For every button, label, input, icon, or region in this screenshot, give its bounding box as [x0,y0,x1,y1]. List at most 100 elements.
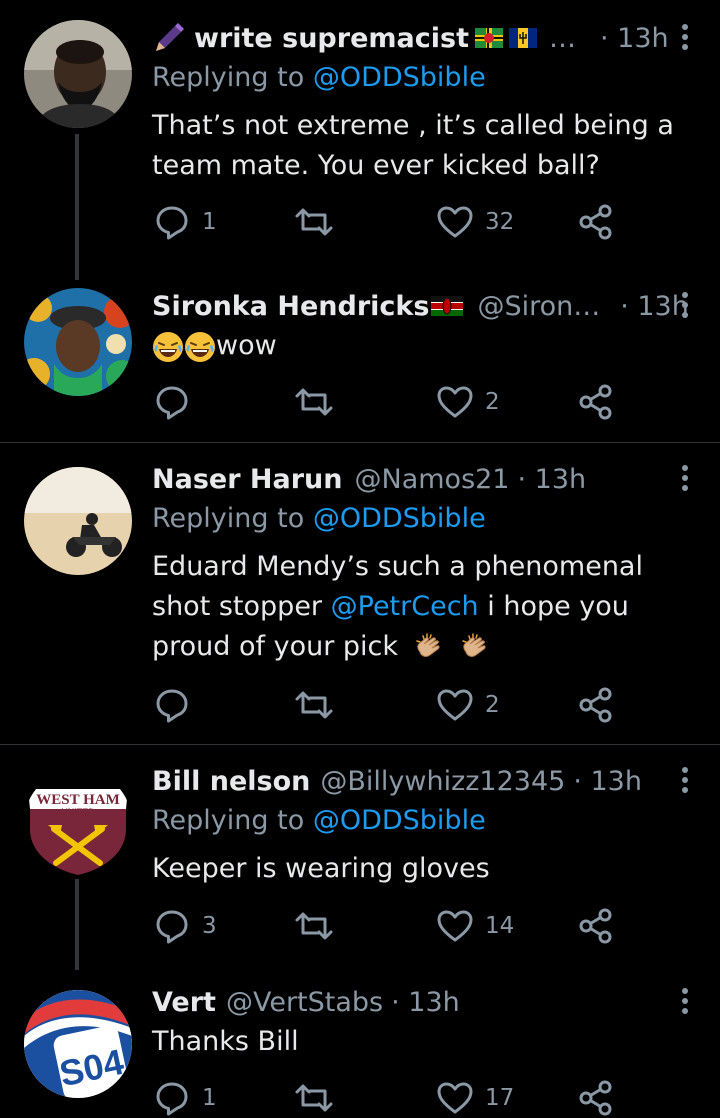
tweet-text: Thanks Bill [152,1026,299,1057]
more-icon[interactable] [680,24,690,54]
retweet-button[interactable] [294,382,344,422]
reply-button[interactable]: 1 [152,1078,217,1118]
share-button[interactable] [576,202,616,242]
clapping-hands-icon [459,632,491,664]
handle[interactable]: @Siron… [477,291,600,322]
display-name[interactable]: write supremacist [194,23,469,54]
timestamp[interactable]: · 13h [518,464,587,495]
replying-handle-link[interactable]: @ODDSbible [313,503,486,534]
tweet-text: Keeper is wearing gloves [152,853,490,884]
reply-count: 1 [202,209,217,235]
tweet-5[interactable]: S04 Vert @VertStabs · 13h Thanks Bill 1 … [0,970,720,1116]
tweet-text: That’s not extreme , it’s called being a… [152,110,674,181]
retweet-icon [294,1078,334,1118]
retweet-button[interactable] [294,685,344,725]
retweet-icon [294,685,334,725]
dominica-flag-icon [474,28,503,48]
retweet-icon [294,906,334,946]
like-icon [435,685,475,725]
display-name[interactable]: Bill nelson [152,766,310,797]
like-count: 2 [485,389,500,415]
avatar[interactable]: WEST HAM UNITED [24,769,132,877]
timestamp[interactable]: · 13h [600,23,669,54]
avatar[interactable] [24,288,132,396]
retweet-icon [294,202,334,242]
reply-icon [152,906,192,946]
like-button[interactable]: 32 [435,202,514,242]
share-button[interactable] [576,1078,616,1118]
retweet-button[interactable] [294,1078,344,1118]
tweet-actions: 1 17 [152,1078,622,1118]
handle[interactable]: … [549,23,576,54]
reply-icon [152,685,192,725]
tweet-3[interactable]: Naser Harun @Namos21 · 13h Replying to @… [0,443,720,744]
share-icon [576,382,616,422]
tweet-text: Eduard Mendy’s such a phenomenal shot st… [152,547,692,667]
replying-to: Replying to @ODDSbible [152,805,486,836]
more-icon[interactable] [680,988,690,1018]
reply-count: 3 [202,913,217,939]
tweet-1[interactable]: write supremacist … · 13h Replying to @O… [0,0,720,280]
clapping-hands-icon [413,632,445,664]
like-button[interactable]: 2 [435,685,500,725]
display-name[interactable]: Sironka Hendricks [152,291,429,322]
more-icon[interactable] [680,292,690,322]
reply-button[interactable] [152,685,202,725]
reply-count: 1 [202,1085,217,1111]
like-button[interactable]: 14 [435,906,514,946]
like-button[interactable]: 17 [435,1078,514,1118]
like-icon [435,202,475,242]
handle[interactable]: @Billywhizz12345 [320,766,565,797]
like-count: 2 [485,692,500,718]
reply-icon [152,202,192,242]
like-icon [435,1078,475,1118]
reply-button[interactable]: 1 [152,202,217,242]
timestamp[interactable]: · 13h [620,291,689,322]
reply-icon [152,1078,192,1118]
thread-line [75,879,79,970]
mention-link[interactable]: @PetrCech [331,591,479,622]
handle[interactable]: @VertStabs [226,987,383,1018]
more-icon[interactable] [680,767,690,797]
tweet-header: Bill nelson @Billywhizz12345 · 13h [152,763,642,799]
reply-button[interactable]: 3 [152,906,217,946]
retweet-button[interactable] [294,906,344,946]
like-count: 14 [485,913,515,939]
tweet-4[interactable]: WEST HAM UNITED Bill nelson @Billywhizz1… [0,745,720,970]
like-icon [435,906,475,946]
laughing-emoji-icon [152,331,184,363]
retweet-button[interactable] [294,202,344,242]
tweet-2[interactable]: Sironka Hendricks @Siron… · 13h wow 2 [0,280,720,442]
tweet-header: write supremacist … · 13h [152,20,669,56]
tweet-header: Sironka Hendricks @Siron… · 13h [152,288,689,324]
timestamp[interactable]: · 13h [391,987,460,1018]
replying-handle-link[interactable]: @ODDSbible [313,805,486,836]
avatar[interactable] [24,467,132,575]
replying-handle-link[interactable]: @ODDSbible [313,62,486,93]
tweet-actions: 3 14 [152,906,622,946]
display-name[interactable]: Naser Harun [152,464,343,495]
tweet-text-line: wow [152,326,692,366]
like-icon [435,382,475,422]
share-button[interactable] [576,906,616,946]
kenya-flag-icon [431,296,464,316]
westham-subtext: UNITED [61,807,95,817]
share-button[interactable] [576,382,616,422]
barbados-flag-icon [508,28,537,48]
like-button[interactable]: 2 [435,382,500,422]
tweet-text: wow [216,330,277,361]
tweet-header: Vert @VertStabs · 13h [152,984,640,1020]
avatar[interactable]: S04 [24,990,132,1098]
more-icon[interactable] [680,465,690,495]
share-icon [576,906,616,946]
like-count: 17 [485,1085,515,1111]
handle[interactable]: @Namos21 [355,464,510,495]
retweet-icon [294,382,334,422]
thread-line [75,134,79,280]
display-name[interactable]: Vert [152,987,216,1018]
replying-to: Replying to @ODDSbible [152,62,486,93]
reply-button[interactable] [152,382,202,422]
timestamp[interactable]: · 13h [573,766,642,797]
avatar[interactable] [24,20,132,128]
share-button[interactable] [576,685,616,725]
